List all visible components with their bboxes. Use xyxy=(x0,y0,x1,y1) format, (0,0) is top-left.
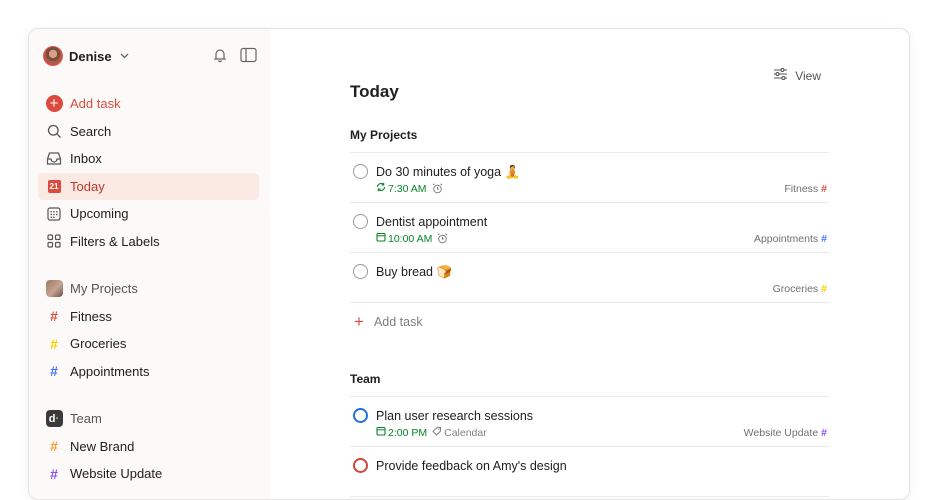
task-label-text: Calendar xyxy=(444,426,487,439)
section-title: Team xyxy=(350,369,829,397)
section-title: My Projects xyxy=(350,125,829,153)
sidebar-item-my-projects[interactable]: My Projects xyxy=(38,275,259,303)
task-item[interactable]: Dentist appointment 10:00 AM Appointment… xyxy=(350,203,829,253)
alarm-icon xyxy=(437,233,448,244)
task-item[interactable]: Provide feedback on Amy's design xyxy=(350,447,829,497)
sidebar-item-label: New Brand xyxy=(70,438,135,454)
hash-icon: # xyxy=(821,233,827,245)
sidebar-nav: + Add task Search Inbox 21 Today Upcomin… xyxy=(38,90,259,488)
project-avatar xyxy=(45,280,63,298)
add-task-button[interactable]: + Add task xyxy=(350,303,829,341)
task-title[interactable]: Do 30 minutes of yoga 🧘 xyxy=(376,165,520,180)
calendar-icon xyxy=(376,232,386,245)
task-checkbox[interactable] xyxy=(353,408,368,423)
task-checkbox[interactable] xyxy=(353,164,368,179)
sidebar-item-upcoming[interactable]: Upcoming xyxy=(38,200,259,228)
due-date[interactable]: 2:00 PM xyxy=(376,426,427,439)
avatar xyxy=(43,46,63,66)
sidebar-item-today[interactable]: 21 Today xyxy=(38,172,259,200)
calendar-icon xyxy=(376,426,386,439)
sidebar-item-label: Inbox xyxy=(70,151,102,167)
main-content: View Today My Projects Do 30 minutes of … xyxy=(270,29,909,499)
sidebar-section-label: Team xyxy=(70,411,102,427)
add-task-label: Add task xyxy=(373,315,423,329)
sidebar-item-website-update[interactable]: # Website Update xyxy=(38,460,259,488)
hash-icon: # xyxy=(50,465,58,482)
sidebar-item-team[interactable]: d · Team xyxy=(38,405,259,433)
sidebar-item-label: Add task xyxy=(70,96,121,112)
tag-icon xyxy=(432,426,442,439)
sliders-icon xyxy=(773,67,788,83)
sidebar-item-label: Appointments xyxy=(70,363,150,379)
alarm-icon xyxy=(432,183,443,194)
task-checkbox[interactable] xyxy=(353,264,368,279)
task-checkbox[interactable] xyxy=(353,214,368,229)
hash-icon: # xyxy=(50,308,58,325)
due-time: 10:00 AM xyxy=(388,232,433,245)
sidebar-item-groceries[interactable]: # Groceries xyxy=(38,330,259,358)
search-icon xyxy=(45,122,63,140)
task-title[interactable]: Dentist appointment xyxy=(376,215,487,229)
today-calendar-icon: 21 xyxy=(47,179,61,193)
app-window: Denise + Add task Search Inbox 21 Today … xyxy=(28,28,910,500)
sidebar-item-add-task[interactable]: + Add task xyxy=(38,90,259,118)
sidebar-item-search[interactable]: Search xyxy=(38,118,259,146)
chevron-down-icon xyxy=(120,51,129,61)
sidebar-item-inbox[interactable]: Inbox xyxy=(38,145,259,173)
task-label-tag[interactable]: Calendar xyxy=(432,426,487,439)
hash-icon: # xyxy=(50,363,58,380)
sidebar-item-appointments[interactable]: # Appointments xyxy=(38,358,259,386)
due-date[interactable]: 7:30 AM xyxy=(376,182,427,195)
task-project-name: Appointments xyxy=(753,233,819,245)
task-project[interactable]: Appointments # xyxy=(754,233,827,245)
sidebar-item-new-brand[interactable]: # New Brand xyxy=(38,433,259,461)
hash-icon: # xyxy=(50,335,58,352)
view-label: View xyxy=(795,68,821,83)
task-item[interactable]: Buy bread 🍞 Groceries # xyxy=(350,253,829,303)
due-date[interactable]: 10:00 AM xyxy=(376,232,432,245)
sidebar: Denise + Add task Search Inbox 21 Today … xyxy=(29,29,270,499)
sidebar-item-label: Fitness xyxy=(70,308,112,324)
team-avatar: d · xyxy=(45,410,63,428)
sidebar-item-label: Filters & Labels xyxy=(70,233,160,249)
task-project-name: Website Update xyxy=(743,427,819,439)
bell-icon[interactable] xyxy=(212,47,228,63)
upcoming-calendar-icon xyxy=(45,205,63,223)
sidebar-item-label: Groceries xyxy=(70,336,127,352)
page-title: Today xyxy=(350,82,399,101)
sidebar-item-label: Upcoming xyxy=(70,206,129,222)
sidebar-section-label: My Projects xyxy=(70,281,138,297)
sidebar-item-label: Website Update xyxy=(70,466,163,482)
sidebar-item-label: Today xyxy=(70,178,105,194)
hash-icon: # xyxy=(821,427,827,439)
sidebar-item-label: Search xyxy=(70,123,112,139)
task-checkbox[interactable] xyxy=(353,458,368,473)
task-project[interactable]: Groceries # xyxy=(773,283,827,295)
hash-icon: # xyxy=(821,283,827,295)
recurring-icon xyxy=(376,182,386,195)
task-title[interactable]: Provide feedback on Amy's design xyxy=(376,459,567,473)
task-project[interactable]: Website Update # xyxy=(744,427,827,439)
sidebar-toggle-icon[interactable] xyxy=(240,47,257,63)
inbox-icon xyxy=(45,150,63,168)
filters-grid-icon xyxy=(45,232,63,250)
due-time: 2:00 PM xyxy=(388,426,428,439)
task-project-name: Groceries xyxy=(772,283,819,295)
sidebar-item-fitness[interactable]: # Fitness xyxy=(38,303,259,331)
add-task-icon: + xyxy=(45,95,63,113)
due-time: 7:30 AM xyxy=(388,182,427,195)
task-item[interactable]: Do 30 minutes of yoga 🧘 7:30 AM Fitness # xyxy=(350,153,829,203)
task-project-name: Fitness xyxy=(784,183,819,195)
hash-icon: # xyxy=(50,438,58,455)
task-title[interactable]: Buy bread 🍞 xyxy=(376,265,452,280)
view-button[interactable]: View xyxy=(773,67,821,83)
task-project[interactable]: Fitness # xyxy=(784,183,827,195)
task-item[interactable]: Plan user research sessions 2:00 PM Cale… xyxy=(350,397,829,447)
sidebar-item-filters-labels[interactable]: Filters & Labels xyxy=(38,228,259,256)
user-menu-button[interactable]: Denise xyxy=(43,45,129,67)
hash-icon: # xyxy=(821,183,827,195)
plus-icon: + xyxy=(354,312,364,331)
task-title[interactable]: Plan user research sessions xyxy=(376,409,533,423)
user-name: Denise xyxy=(69,48,112,64)
